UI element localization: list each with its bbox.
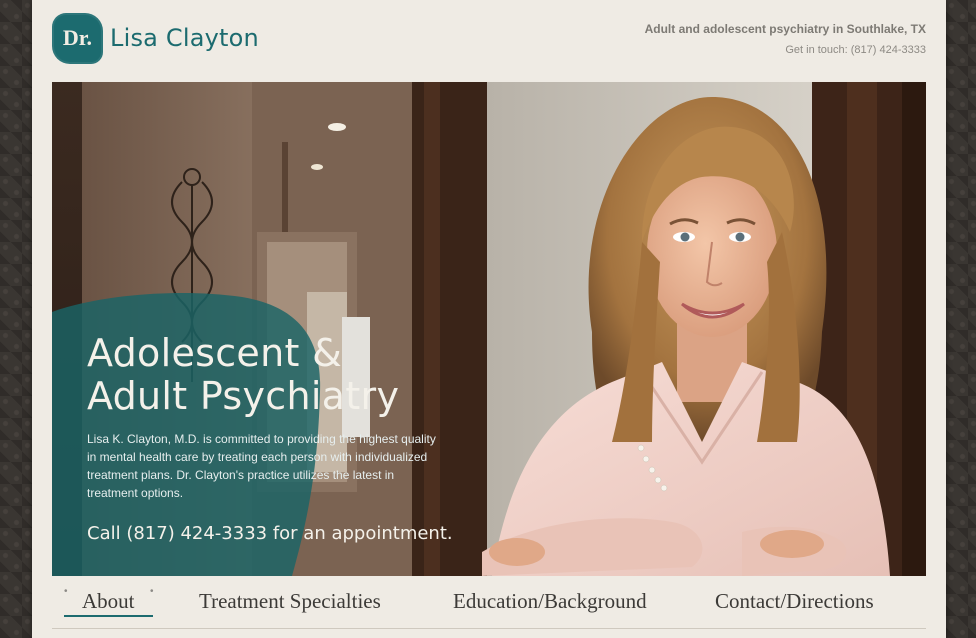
hero-call-to-action: Call (817) 424-3333 for an appointment. bbox=[87, 523, 453, 544]
hero-heading-line2: Adult Psychiatry bbox=[87, 374, 400, 418]
hero-heading: Adolescent & Adult Psychiatry bbox=[87, 332, 399, 418]
nav-item-contact-directions[interactable]: Contact/Directions bbox=[715, 589, 874, 614]
hero-description: Lisa K. Clayton, M.D. is committed to pr… bbox=[87, 432, 436, 500]
logo-badge: Dr. bbox=[52, 12, 103, 64]
nav-bullet-icon: • bbox=[150, 586, 154, 597]
main-navigation: • About • Treatment Specialties Educatio… bbox=[52, 576, 926, 629]
logo-name: Lisa Clayton bbox=[110, 24, 259, 52]
site-tagline: Adult and adolescent psychiatry in South… bbox=[644, 22, 926, 36]
nav-item-education-background[interactable]: Education/Background bbox=[453, 589, 647, 614]
hero-banner: Adolescent & Adult Psychiatry Lisa K. Cl… bbox=[52, 82, 926, 576]
nav-item-treatment-specialties[interactable]: Treatment Specialties bbox=[199, 589, 381, 614]
page-container: Dr. Lisa Clayton Adult and adolescent ps… bbox=[32, 0, 946, 638]
hero-heading-line1: Adolescent & bbox=[87, 331, 342, 375]
site-logo[interactable]: Dr. Lisa Clayton bbox=[52, 12, 259, 64]
contact-phone: Get in touch: (817) 424-3333 bbox=[785, 44, 926, 56]
nav-item-about[interactable]: About bbox=[64, 589, 153, 617]
hero-text-panel: Adolescent & Adult Psychiatry Lisa K. Cl… bbox=[52, 82, 926, 576]
